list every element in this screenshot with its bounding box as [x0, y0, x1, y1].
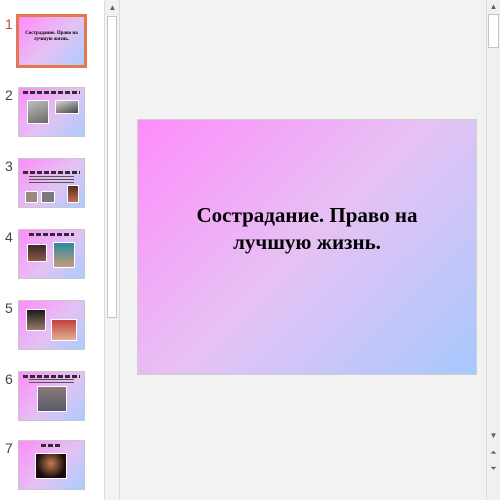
slide-number: 1 — [5, 16, 13, 32]
thumbnail-title-text: Сострадание. Право на лучшую жизнь. — [25, 31, 78, 42]
slide-thumbnail-image[interactable] — [18, 87, 85, 137]
scroll-up-button[interactable]: ▲ — [487, 0, 500, 13]
slide-number: 3 — [5, 158, 13, 174]
slide-thumbnail-image[interactable] — [18, 300, 85, 350]
slide-thumbnail-3[interactable]: 3 — [0, 158, 104, 222]
thumbnail-heading-lines — [29, 233, 74, 236]
thumbnail-heading-lines — [23, 375, 80, 378]
scroll-up-button[interactable]: ▲ — [106, 1, 119, 15]
slide-thumbnail-5[interactable]: 5 — [0, 300, 104, 364]
thumbnail-photo — [27, 100, 49, 124]
slide-thumbnail-image[interactable] — [18, 371, 85, 421]
slide-thumbnail-2[interactable]: 2 — [0, 87, 104, 151]
thumbnail-photo — [53, 242, 75, 268]
thumbnail-photo — [27, 244, 47, 262]
slide-thumbnail-image[interactable]: Сострадание. Право на лучшую жизнь. — [16, 14, 87, 68]
thumbnail-heading-lines — [23, 91, 80, 94]
slide-thumbnail-6[interactable]: 6 — [0, 371, 104, 435]
scroll-down-button[interactable]: ▼ — [487, 429, 500, 442]
slide-number: 5 — [5, 300, 13, 316]
thumbnail-heading-lines — [41, 444, 62, 447]
editor-scrollbar[interactable]: ▲ ▼ ⏶ ⏷ — [486, 0, 500, 500]
thumbnail-heading-lines — [23, 171, 80, 174]
scrollbar-thumb[interactable] — [488, 14, 499, 48]
scrollbar-thumb[interactable] — [107, 16, 117, 318]
slide-title[interactable]: Сострадание. Право на лучшую жизнь. — [158, 202, 456, 256]
thumbnail-photo — [41, 191, 55, 203]
thumbnail-text-lines — [29, 176, 74, 184]
thumbnail-photo — [51, 319, 77, 341]
slide-number: 6 — [5, 371, 13, 387]
slide-number: 7 — [5, 440, 13, 456]
next-slide-icon[interactable]: ⏷ — [487, 462, 500, 475]
slide-thumbnail-image[interactable] — [18, 229, 85, 279]
slide-editor-pane: Сострадание. Право на лучшую жизнь. — [120, 0, 486, 500]
slide-thumbnail-4[interactable]: 4 — [0, 229, 104, 293]
slide-thumbnail-7[interactable]: 7 — [0, 440, 104, 504]
slide-number: 4 — [5, 229, 13, 245]
slide-number: 2 — [5, 87, 13, 103]
thumbnail-text-lines — [29, 379, 74, 383]
thumbnail-photo — [67, 185, 79, 203]
current-slide[interactable]: Сострадание. Право на лучшую жизнь. — [137, 119, 477, 375]
thumbnail-scrollbar[interactable]: ▲ — [104, 0, 120, 500]
thumbnail-photo — [37, 386, 67, 412]
thumbnail-photo — [55, 100, 79, 114]
previous-slide-icon[interactable]: ⏶ — [487, 446, 500, 459]
slide-thumbnail-image[interactable] — [18, 158, 85, 208]
thumbnail-photo — [35, 453, 67, 479]
slide-thumbnail-image[interactable] — [18, 440, 85, 490]
slide-thumbnail-pane: 1 Сострадание. Право на лучшую жизнь. 2 … — [0, 0, 104, 500]
thumbnail-photo — [25, 191, 38, 203]
thumbnail-photo — [26, 309, 46, 331]
slide-thumbnail-1[interactable]: 1 Сострадание. Право на лучшую жизнь. — [0, 14, 104, 80]
